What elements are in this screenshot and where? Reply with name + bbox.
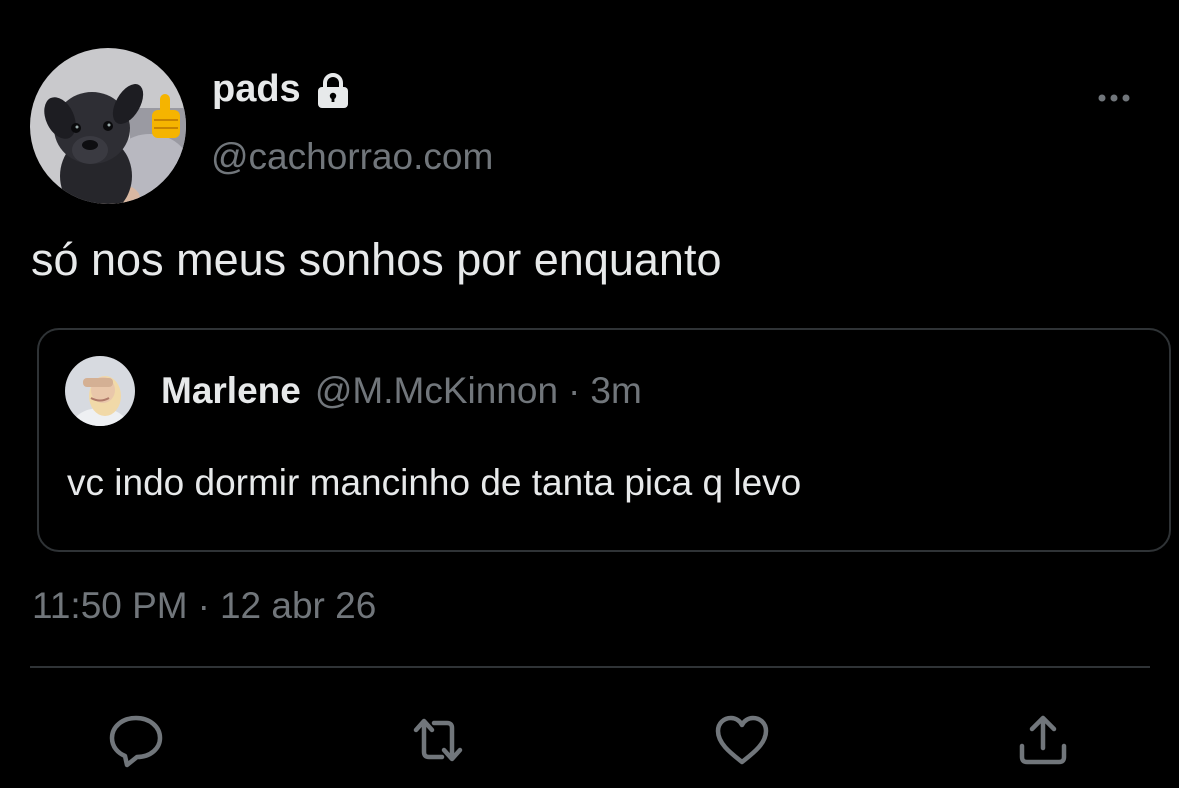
tweet-text: só nos meus sonhos por enquanto — [31, 234, 722, 285]
quote-author-avatar[interactable] — [65, 356, 135, 426]
author-name-row[interactable]: pads — [212, 68, 353, 111]
quote-text: vc indo dormir mancinho de tanta pica q … — [67, 462, 802, 503]
divider — [30, 666, 1150, 668]
more-icon[interactable] — [1096, 88, 1136, 108]
tweet-time[interactable]: 11:50 PM — [32, 585, 188, 626]
retweet-button[interactable] — [408, 710, 468, 770]
quote-header: Marlene @M.McKinnon · 3m — [161, 370, 642, 412]
tweet-metadata: 11:50 PM · 12 abr 26 — [32, 585, 376, 627]
tweet-date[interactable]: 12 abr 26 — [220, 585, 376, 626]
retweet-icon — [408, 718, 468, 774]
quote-timestamp[interactable]: 3m — [590, 370, 641, 412]
meta-separator: · — [197, 585, 210, 626]
quoted-tweet[interactable]: Marlene @M.McKinnon · 3m vc indo dormir … — [37, 328, 1171, 552]
reply-button[interactable] — [106, 710, 166, 770]
author-avatar[interactable] — [30, 48, 186, 204]
reply-icon — [106, 715, 166, 774]
lock-icon — [313, 70, 353, 110]
share-button[interactable] — [1013, 710, 1073, 770]
like-button[interactable] — [712, 710, 772, 770]
quote-separator: · — [568, 370, 581, 411]
quote-author-handle[interactable]: @M.McKinnon — [315, 370, 558, 412]
heart-icon — [712, 715, 772, 774]
author-name[interactable]: pads — [212, 68, 301, 111]
author-handle[interactable]: @cachorrao.com — [211, 136, 493, 178]
quote-author-name[interactable]: Marlene — [161, 370, 301, 412]
share-icon — [1013, 715, 1073, 774]
